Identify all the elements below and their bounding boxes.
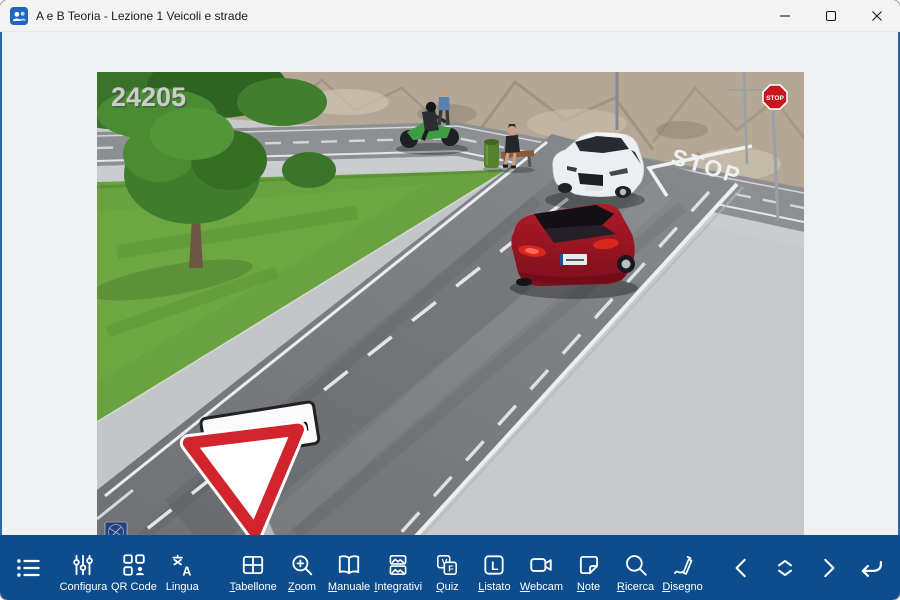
true-false-icon: V F [434, 552, 460, 578]
video-camera-icon [528, 552, 554, 578]
trash-bin [483, 139, 501, 172]
stacked-images-icon [385, 552, 411, 578]
close-button[interactable] [854, 0, 900, 31]
toolbar-item-label: QR Code [111, 582, 157, 593]
next-button[interactable] [806, 535, 849, 600]
window-controls [762, 0, 900, 31]
toolbar-item-label: Zoom [288, 582, 316, 593]
red-car [510, 204, 638, 299]
title-bar: A e B Teoria - Lezione 1 Veicoli e strad… [0, 0, 900, 32]
minimize-button[interactable] [762, 0, 808, 31]
toolbar-item-lingua[interactable]: A Lingua [159, 535, 206, 600]
app-window: A e B Teoria - Lezione 1 Veicoli e strad… [0, 0, 900, 600]
toolbar-item-label: Disegno [662, 582, 702, 593]
toolbar-item-zoom[interactable]: Zoom [279, 535, 326, 600]
stop-sign-text: STOP [766, 95, 784, 102]
jump-button[interactable] [763, 535, 806, 600]
bullet-list-icon [14, 554, 42, 582]
search-icon [623, 552, 649, 578]
open-book-icon [336, 552, 362, 578]
people-icon [10, 7, 28, 25]
svg-text:L: L [491, 559, 498, 573]
navigation-group [720, 535, 892, 600]
toolbar-item-integrativi[interactable]: Integrativi [373, 535, 424, 600]
toolbar-item-qr-code[interactable]: QR Code [109, 535, 159, 600]
return-arrow-icon [857, 554, 885, 582]
return-button[interactable] [849, 535, 892, 600]
toolbar-item-quiz[interactable]: V F Quiz [424, 535, 471, 600]
toolbar-item-label: Listato [478, 582, 510, 593]
svg-text:24205: 24205 [111, 82, 186, 112]
chevrons-up-down-icon [772, 555, 798, 581]
toolbar-item-label: Integrativi [374, 582, 422, 593]
toolbar-item-configura[interactable]: Configura [58, 535, 109, 600]
toolbar-item-disegno[interactable]: Disegno [659, 535, 706, 600]
question-number: 24205 24205 [111, 82, 188, 114]
pen-draw-icon [670, 552, 696, 578]
toolbar-item-webcam[interactable]: Webcam [518, 535, 565, 600]
toolbar-item-label: Lingua [166, 582, 199, 593]
toolbar-item-manuale[interactable]: Manuale [326, 535, 373, 600]
sliders-icon [70, 552, 96, 578]
toolbar-item-menu[interactable] [6, 535, 50, 600]
zoom-in-icon [289, 552, 315, 578]
window-title: A e B Teoria - Lezione 1 Veicoli e strad… [36, 9, 248, 23]
chevron-left-icon [729, 555, 755, 581]
toolbar-item-label: Note [577, 582, 600, 593]
translate-icon: A [169, 552, 195, 578]
toolbar-item-label: Tabellone [230, 582, 277, 593]
toolbar-item-label: Manuale [328, 582, 370, 593]
scene-image: STOP [97, 72, 804, 557]
toolbar-item-ricerca[interactable]: Ricerca [612, 535, 659, 600]
chevron-right-icon [815, 555, 841, 581]
toolbar-item-note[interactable]: Note [565, 535, 612, 600]
svg-text:F: F [449, 563, 454, 573]
toolbar-item-tabellone[interactable]: Tabellone [228, 535, 279, 600]
toolbar-item-label: Webcam [520, 582, 563, 593]
toolbar-item-listato[interactable]: L Listato [471, 535, 518, 600]
previous-button[interactable] [720, 535, 763, 600]
board-grid-icon [240, 552, 266, 578]
maximize-button[interactable] [808, 0, 854, 31]
letter-l-icon: L [481, 552, 507, 578]
bottom-toolbar: Configura QR Code A Lingua [0, 535, 900, 600]
toolbar-item-label: Quiz [436, 582, 459, 593]
toolbar-item-label: Ricerca [617, 582, 654, 593]
toolbar-item-label: Configura [60, 582, 108, 593]
note-icon [576, 552, 602, 578]
content-area: STOP [0, 32, 900, 535]
qr-code-icon [121, 552, 147, 578]
